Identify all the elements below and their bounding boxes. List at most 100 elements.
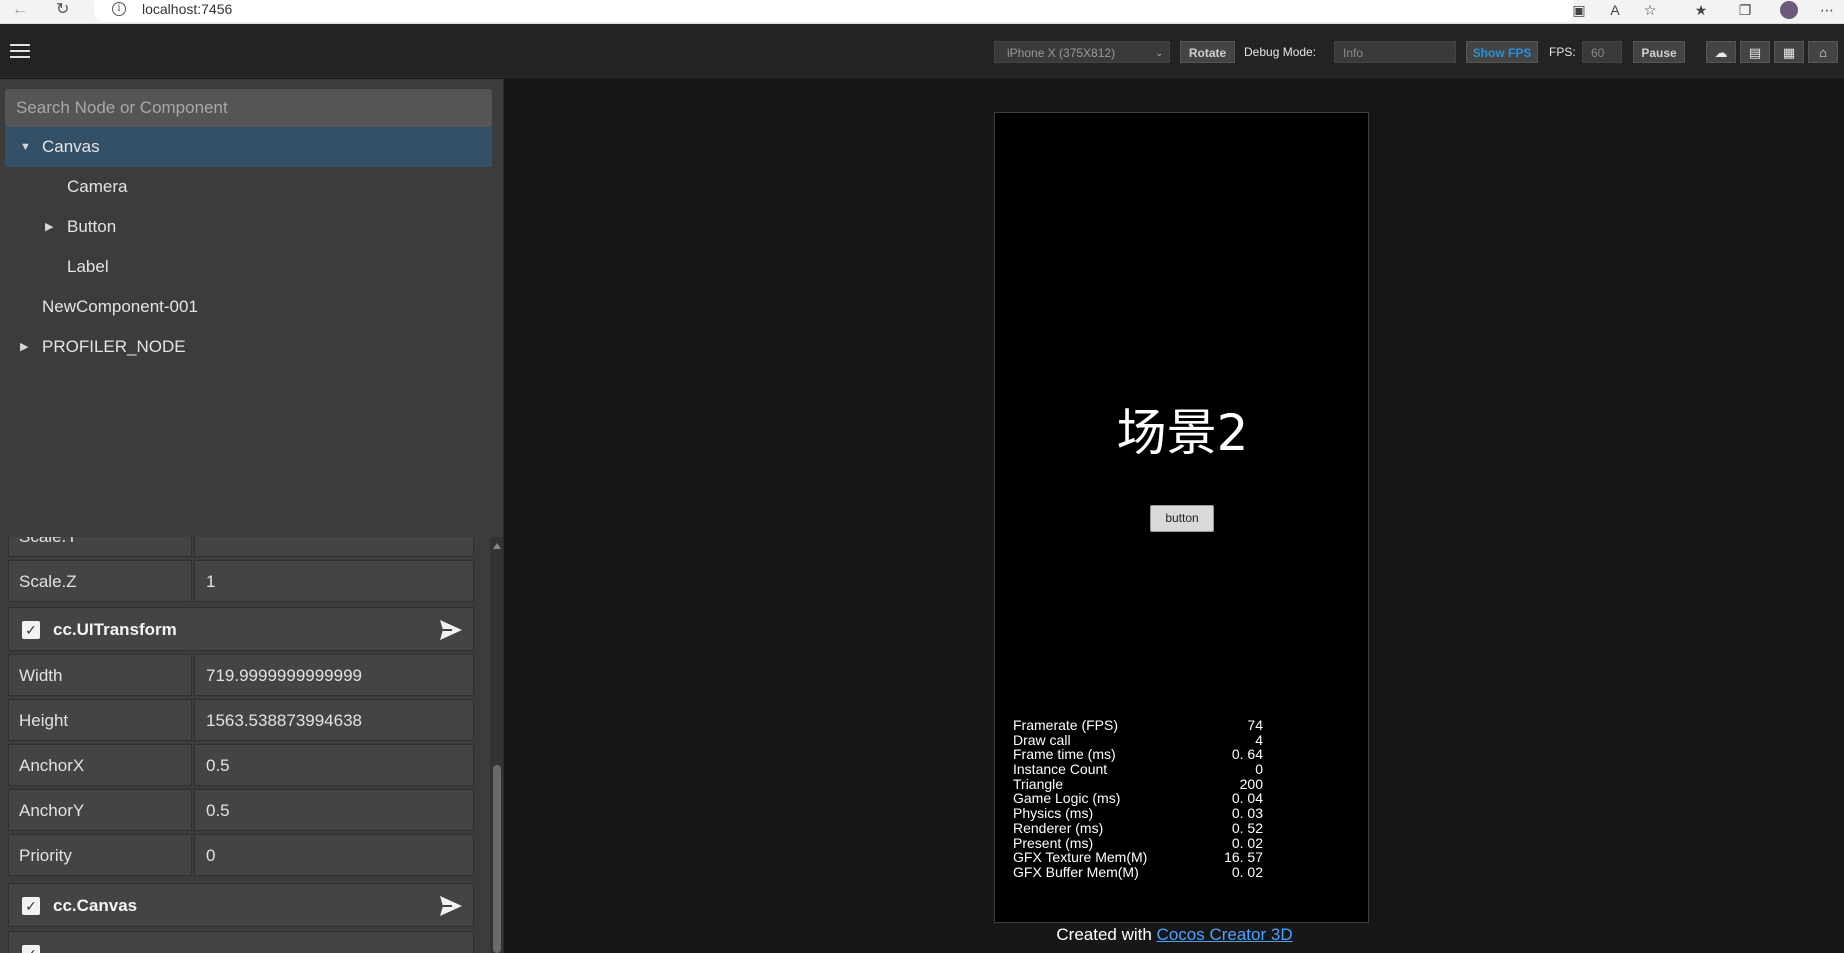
stat-value: 0. 02 (1231, 863, 1263, 880)
stat-label: Triangle (1013, 775, 1064, 792)
component-header-partial[interactable]: ✓ (8, 931, 474, 953)
credit-footer: Created with Cocos Creator 3D (505, 925, 1844, 945)
send-icon[interactable] (439, 895, 463, 917)
collapse-arrow-icon[interactable]: ▶ (45, 207, 53, 247)
browser-bar: ← ↻ i localhost:7456 ▣ A ☆ ★ ❐ ⋯ (0, 0, 1844, 24)
component-enabled-checkbox[interactable]: ✓ (22, 897, 40, 915)
more-icon[interactable]: ⋯ (1818, 1, 1836, 19)
rotate-button[interactable]: Rotate (1180, 41, 1235, 63)
stat-row: Present (ms) 0. 02 (1013, 834, 1263, 851)
cocos-creator-link[interactable]: Cocos Creator 3D (1157, 925, 1293, 944)
tree-item-newcomponent[interactable]: NewComponent-001 (5, 287, 492, 327)
game-canvas[interactable]: 场景2 button Framerate (FPS) 74 Draw call 4 … (994, 112, 1369, 923)
stat-label: Draw call (1013, 731, 1071, 748)
show-fps-label: Show FPS (1472, 46, 1532, 60)
prop-value[interactable] (194, 537, 474, 557)
prop-value[interactable]: 1 (194, 560, 474, 602)
prop-value[interactable]: 1563.538873994638 (194, 699, 474, 741)
prop-row-scale-y: Scale.Y (8, 537, 474, 557)
tree-item-camera[interactable]: Camera (5, 167, 492, 207)
stat-row: GFX Texture Mem(M) 16. 57 (1013, 850, 1263, 865)
prop-label: Priority (8, 834, 192, 876)
component-header-canvas[interactable]: ✓ cc.Canvas (8, 883, 474, 927)
stat-row: Physics (ms) 0. 03 (1013, 806, 1263, 821)
favorites-icon[interactable]: ★ (1692, 1, 1710, 19)
prop-value[interactable]: 0.5 (194, 789, 474, 831)
inspector-panel: Scale.Y Scale.Z 1 ✓ cc.UITransform Width… (0, 537, 504, 953)
stat-label: Frame time (ms) (1013, 746, 1116, 763)
tree-item-label: Button (67, 217, 117, 236)
prop-label: Width (8, 654, 192, 696)
prop-row-scale-z: Scale.Z 1 (8, 560, 474, 602)
game-button[interactable]: button (1150, 505, 1214, 532)
prop-value[interactable]: 719.9999999999999 (194, 654, 474, 696)
stat-value: 0. 02 (1231, 834, 1263, 851)
expand-arrow-icon[interactable]: ▼ (20, 127, 31, 167)
collections-icon[interactable]: ❐ (1736, 1, 1754, 19)
device-select-value: iPhone X (375X812) (1007, 46, 1116, 60)
grid-icon[interactable]: ▦ (1774, 41, 1804, 63)
pause-button[interactable]: Pause (1633, 41, 1685, 63)
component-enabled-checkbox[interactable]: ✓ (22, 621, 40, 639)
inspector-scrollbar[interactable] (490, 537, 503, 953)
prop-row-priority: Priority 0 (8, 834, 474, 876)
stat-label: GFX Texture Mem(M) (1013, 849, 1148, 866)
stat-value: 0 (1255, 761, 1263, 778)
tree-item-label: PROFILER_NODE (42, 337, 186, 356)
tree-item-canvas[interactable]: ▼ Canvas (5, 127, 492, 167)
tree-item-label: Label (67, 257, 109, 276)
prop-value[interactable]: 0.5 (194, 744, 474, 786)
component-header-uitransform[interactable]: ✓ cc.UITransform (8, 607, 474, 651)
send-icon[interactable] (439, 619, 463, 641)
profiler-stats: Framerate (FPS) 74 Draw call 4 Frame time … (1013, 718, 1263, 880)
tree-item-profiler-node[interactable]: ▶ PROFILER_NODE (5, 327, 492, 367)
profile-avatar[interactable] (1780, 1, 1798, 19)
debug-mode-label: Debug Mode: (1244, 45, 1317, 59)
stat-label: Framerate (FPS) (1013, 717, 1119, 733)
device-select[interactable]: iPhone X (375X812) ⌄ (994, 41, 1170, 63)
credit-prefix: Created with (1056, 925, 1152, 944)
message-icon[interactable]: ▤ (1740, 41, 1770, 63)
site-info-icon[interactable]: i (112, 2, 126, 16)
debug-mode-select[interactable]: Info (1334, 41, 1456, 63)
search-input[interactable]: Search Node or Component (5, 89, 492, 127)
stat-row: Draw call 4 (1013, 731, 1263, 748)
prop-label: AnchorY (8, 789, 192, 831)
stat-label: Physics (ms) (1013, 805, 1094, 822)
prop-row-height: Height 1563.538873994638 (8, 699, 474, 741)
game-view: 场景2 button Framerate (FPS) 74 Draw call 4 … (505, 79, 1844, 953)
add-favorite-icon[interactable]: ☆ (1641, 1, 1659, 19)
prop-label: Scale.Y (8, 537, 192, 557)
stat-value: 0. 52 (1231, 819, 1263, 836)
prop-row-anchor-x: AnchorX 0.5 (8, 744, 474, 786)
tree-item-label-node[interactable]: Label (5, 247, 492, 287)
collapse-arrow-icon[interactable]: ▶ (20, 327, 28, 367)
stat-label: GFX Buffer Mem(M) (1013, 863, 1139, 880)
app-available-icon[interactable]: ▣ (1570, 1, 1588, 19)
tree-item-label: Canvas (42, 137, 100, 156)
hierarchy-panel: Search Node or Component ▼ Canvas Camera… (0, 79, 504, 537)
read-aloud-icon[interactable]: A (1606, 1, 1624, 19)
chevron-down-icon: ⌄ (1155, 48, 1163, 58)
reload-icon[interactable]: ↻ (56, 0, 69, 20)
chat-bubbles-icon[interactable]: ☁ (1706, 41, 1736, 63)
stat-value: 16. 57 (1224, 849, 1263, 866)
prop-row-width: Width 719.9999999999999 (8, 654, 474, 696)
stat-label: Game Logic (ms) (1013, 790, 1121, 807)
stat-label: Instance Count (1013, 761, 1108, 778)
fps-label: FPS: (1549, 45, 1576, 59)
component-enabled-checkbox[interactable]: ✓ (22, 945, 40, 953)
home-icon[interactable]: ⌂ (1808, 41, 1838, 63)
tree-item-button[interactable]: ▶ Button (5, 207, 492, 247)
prop-label: Scale.Z (8, 560, 192, 602)
stat-value: 0. 64 (1231, 746, 1263, 763)
back-icon[interactable]: ← (12, 0, 28, 20)
address-bar[interactable]: i localhost:7456 (94, 0, 1574, 22)
stat-row: GFX Buffer Mem(M) 0. 02 (1013, 865, 1263, 880)
show-fps-button[interactable]: Show FPS (1466, 41, 1538, 63)
scroll-up-arrow-icon[interactable] (493, 543, 501, 549)
scrollbar-thumb[interactable] (493, 765, 501, 953)
menu-icon[interactable] (10, 44, 30, 58)
fps-input[interactable]: 60 (1582, 41, 1622, 63)
prop-value[interactable]: 0 (194, 834, 474, 876)
